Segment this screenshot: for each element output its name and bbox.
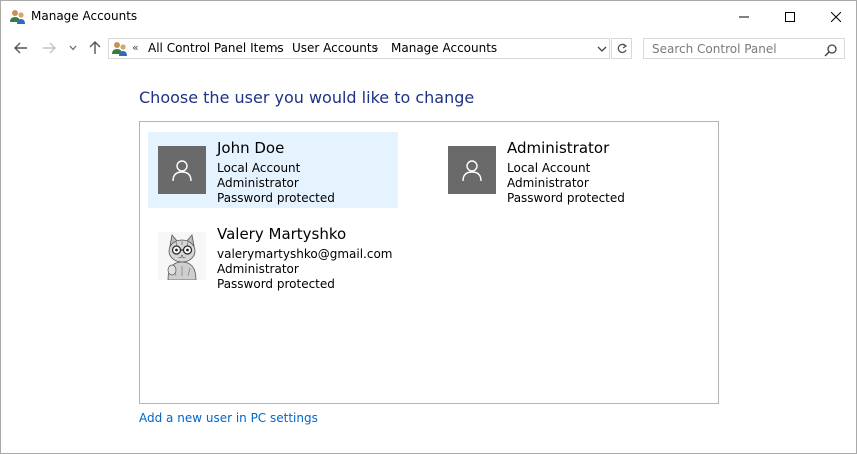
- account-tile-valery-martyshko[interactable]: Valery Martyshko valerymartyshko@gmail.c…: [148, 218, 398, 294]
- account-name: Valery Martyshko: [217, 225, 347, 243]
- arrow-up-icon: [89, 41, 101, 54]
- account-role: Administrator: [217, 262, 299, 276]
- cat-photo-avatar: [158, 232, 206, 280]
- control-panel-icon: [111, 40, 128, 57]
- account-tile-john-doe[interactable]: John Doe Local Account Administrator Pas…: [148, 132, 398, 208]
- user-accounts-icon: [9, 8, 26, 25]
- account-password-status: Password protected: [217, 277, 335, 291]
- address-bar[interactable]: « All Control Panel Items › User Account…: [108, 38, 610, 59]
- breadcrumb-user-accounts[interactable]: User Accounts: [292, 41, 378, 55]
- navigation-bar: « All Control Panel Items › User Account…: [1, 32, 856, 64]
- accounts-panel: John Doe Local Account Administrator Pas…: [139, 121, 719, 404]
- account-password-status: Password protected: [507, 191, 625, 205]
- overflow-chevron[interactable]: «: [132, 41, 139, 54]
- search-input[interactable]: [644, 39, 827, 58]
- breadcrumb-all-control-panel-items[interactable]: All Control Panel Items: [148, 41, 284, 55]
- default-user-icon: [448, 146, 496, 194]
- account-tile-administrator[interactable]: Administrator Local Account Administrato…: [438, 132, 688, 208]
- account-email: valerymartyshko@gmail.com: [217, 247, 393, 261]
- close-button[interactable]: [813, 1, 857, 32]
- search-box[interactable]: [643, 38, 845, 59]
- account-role: Administrator: [217, 176, 299, 190]
- page-title: Choose the user you would like to change: [139, 88, 475, 107]
- account-type: Local Account: [217, 161, 301, 175]
- chevron-down-icon: [69, 45, 77, 51]
- account-type: Local Account: [507, 161, 591, 175]
- back-button[interactable]: [11, 38, 31, 58]
- account-role: Administrator: [507, 176, 589, 190]
- breadcrumb-separator[interactable]: ›: [374, 41, 379, 55]
- address-dropdown-icon[interactable]: [595, 41, 609, 55]
- search-icon[interactable]: [824, 42, 838, 57]
- recent-locations-button[interactable]: [67, 38, 79, 58]
- arrow-right-icon: [43, 42, 56, 54]
- forward-button[interactable]: [39, 38, 59, 58]
- up-button[interactable]: [85, 38, 105, 58]
- refresh-button[interactable]: [611, 38, 632, 59]
- maximize-button[interactable]: [767, 1, 813, 32]
- refresh-icon: [617, 42, 627, 53]
- breadcrumb-separator[interactable]: ›: [274, 41, 279, 55]
- manage-accounts-window: Manage Accounts « All Control Panel Item…: [0, 0, 857, 454]
- add-new-user-link[interactable]: Add a new user in PC settings: [139, 411, 318, 425]
- breadcrumb-manage-accounts[interactable]: Manage Accounts: [391, 41, 497, 55]
- title-bar: Manage Accounts: [1, 1, 856, 32]
- window-title: Manage Accounts: [31, 9, 138, 23]
- default-user-icon: [158, 146, 206, 194]
- account-name: John Doe: [217, 139, 285, 157]
- account-name: Administrator: [507, 139, 610, 157]
- account-password-status: Password protected: [217, 191, 335, 205]
- arrow-left-icon: [14, 42, 27, 54]
- minimize-button[interactable]: [721, 1, 767, 32]
